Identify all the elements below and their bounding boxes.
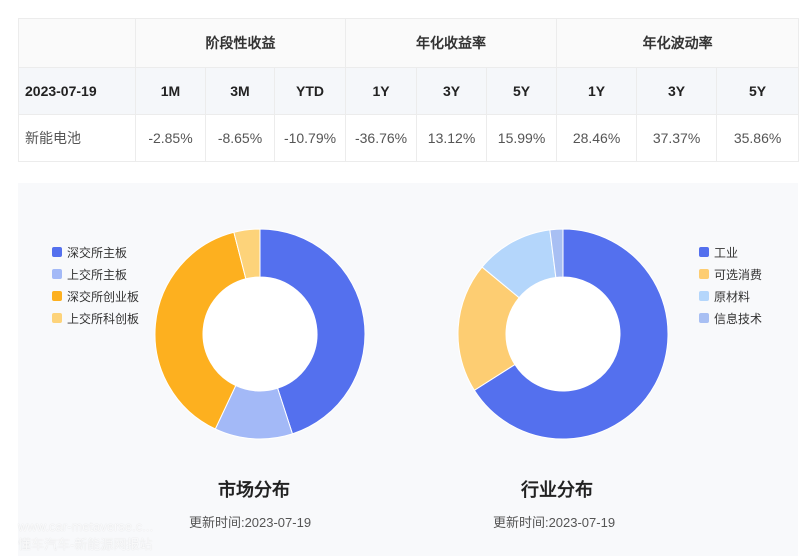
empty-header-cell xyxy=(18,18,136,68)
value-cell: 37.37% xyxy=(636,114,718,162)
legend-swatch xyxy=(52,269,62,279)
legend-label: 上交所科创板 xyxy=(67,311,140,326)
table-row: 新能电池 -2.85% -8.65% -10.79% -36.76% 13.12… xyxy=(18,114,800,162)
legend-item[interactable]: 可选消费 xyxy=(699,263,762,285)
group-header-annual-return: 年化收益率 xyxy=(345,18,558,68)
legend-swatch xyxy=(52,291,62,301)
period-header: 1Y xyxy=(345,67,418,115)
legend-item[interactable]: 信息技术 xyxy=(699,307,762,329)
watermark: www.car-metaverse.c... 懂车汽车-新能源网报站 xyxy=(18,518,153,554)
updated-label: 更新时间: xyxy=(188,515,245,530)
period-header: 1M xyxy=(135,67,206,115)
period-header: YTD xyxy=(273,67,347,115)
legend-swatch xyxy=(699,247,709,257)
legend-item[interactable]: 工业 xyxy=(699,241,762,263)
industry-legend: 工业 可选消费 原材料 信息技术 xyxy=(699,241,762,329)
market-donut-chart xyxy=(154,228,366,440)
legend-label: 上交所主板 xyxy=(67,267,128,282)
legend-item[interactable]: 上交所主板 xyxy=(52,263,139,285)
legend-item[interactable]: 原材料 xyxy=(699,285,762,307)
updated-label: 更新时间: xyxy=(492,515,549,530)
legend-swatch xyxy=(52,247,62,257)
legend-label: 可选消费 xyxy=(714,267,763,282)
market-legend: 深交所主板 上交所主板 深交所创业板 上交所科创板 xyxy=(52,241,139,329)
legend-swatch xyxy=(699,313,709,323)
updated-date: 2023-07-19 xyxy=(548,515,616,530)
industry-chart-title: 行业分布 xyxy=(521,480,593,500)
value-cell: 35.86% xyxy=(716,114,800,162)
legend-label: 原材料 xyxy=(714,289,751,304)
legend-item[interactable]: 深交所主板 xyxy=(52,241,139,263)
watermark-line: www.car-metaverse.c... xyxy=(18,519,154,534)
updated-date: 2023-07-19 xyxy=(244,515,312,530)
period-header: 1Y xyxy=(556,67,638,115)
watermark-line: 懂车汽车-新能源网报站 xyxy=(18,537,153,552)
value-cell: 15.99% xyxy=(486,114,558,162)
value-cell: -36.76% xyxy=(345,114,418,162)
industry-donut-chart xyxy=(457,228,669,440)
legend-label: 深交所创业板 xyxy=(67,289,140,304)
value-cell: 28.46% xyxy=(556,114,638,162)
group-header-stage-return: 阶段性收益 xyxy=(134,18,347,68)
period-header: 3Y xyxy=(416,67,488,115)
performance-table: 阶段性收益 年化收益率 年化波动率 2023-07-19 1M 3M YTD 1… xyxy=(18,18,800,162)
donut-hole xyxy=(506,277,620,391)
legend-label: 信息技术 xyxy=(714,311,763,326)
value-cell: -10.79% xyxy=(273,114,347,162)
period-header: 3M xyxy=(205,67,275,115)
group-header-row: 阶段性收益 年化收益率 年化波动率 xyxy=(18,18,800,68)
industry-updated: 更新时间:2023-07-19 xyxy=(434,512,674,531)
period-header: 5Y xyxy=(486,67,558,115)
legend-item[interactable]: 上交所科创板 xyxy=(52,307,139,329)
date-header: 2023-07-19 xyxy=(18,67,136,115)
row-name: 新能电池 xyxy=(18,114,136,162)
donut-hole xyxy=(203,277,317,391)
legend-label: 工业 xyxy=(714,245,739,260)
legend-swatch xyxy=(52,313,62,323)
legend-swatch xyxy=(699,269,709,279)
market-chart-title: 市场分布 xyxy=(218,480,290,500)
value-cell: -8.65% xyxy=(205,114,275,162)
legend-swatch xyxy=(699,291,709,301)
group-header-annual-volatility: 年化波动率 xyxy=(556,18,800,68)
value-cell: 13.12% xyxy=(416,114,488,162)
legend-label: 深交所主板 xyxy=(67,245,128,260)
distribution-panel xyxy=(18,183,798,556)
period-header: 3Y xyxy=(636,67,718,115)
legend-item[interactable]: 深交所创业板 xyxy=(52,285,139,307)
period-header: 5Y xyxy=(716,67,800,115)
value-cell: -2.85% xyxy=(135,114,206,162)
market-updated: 更新时间:2023-07-19 xyxy=(130,512,370,531)
sub-header-row: 2023-07-19 1M 3M YTD 1Y 3Y 5Y 1Y 3Y 5Y xyxy=(18,67,800,115)
